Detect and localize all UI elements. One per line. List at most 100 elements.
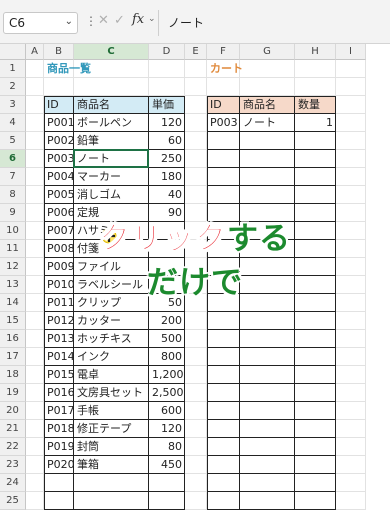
product-name-cell[interactable]: 鉛筆 [74, 132, 149, 150]
product-name-cell[interactable]: ホッチキス [74, 330, 149, 348]
product-list-title[interactable]: 商品一覧 [44, 60, 149, 78]
product-price-cell[interactable]: 1,200 [149, 366, 185, 384]
product-id-cell[interactable]: P012 [44, 312, 74, 330]
product-id-cell[interactable]: P016 [44, 384, 74, 402]
product-price-cell[interactable]: 600 [149, 402, 185, 420]
product-price-cell[interactable]: 500 [149, 330, 185, 348]
column-header-h[interactable]: H [295, 44, 336, 60]
more-options-icon[interactable]: ⋮ [85, 14, 97, 28]
cart-header-0[interactable]: ID [207, 96, 240, 114]
product-id-cell[interactable]: P003 [44, 150, 74, 168]
cart-id-cell[interactable]: P003 [207, 114, 240, 132]
product-id-cell[interactable]: P001 [44, 114, 74, 132]
product-id-cell[interactable]: P020 [44, 456, 74, 474]
column-header-a[interactable]: A [26, 44, 44, 60]
cart-header-1[interactable]: 商品名 [240, 96, 295, 114]
insert-function-icon[interactable]: fx [132, 12, 144, 27]
product-price-cell[interactable]: 800 [149, 348, 185, 366]
product-name-cell[interactable]: 修正テープ [74, 420, 149, 438]
product-name-cell[interactable]: カッター [74, 312, 149, 330]
product-id-cell[interactable]: P019 [44, 438, 74, 456]
product-name-cell[interactable]: 筆箱 [74, 456, 149, 474]
product-name-cell[interactable]: 消しゴム [74, 186, 149, 204]
product-price-cell[interactable]: 80 [149, 438, 185, 456]
product-name-cell[interactable]: ボールペン [74, 114, 149, 132]
product-header-1[interactable]: 商品名 [74, 96, 149, 114]
product-price-cell[interactable]: 450 [149, 456, 185, 474]
confirm-icon[interactable]: ✓ [114, 13, 125, 28]
cart-table-border-h [207, 131, 336, 132]
select-all-corner[interactable] [0, 44, 26, 60]
column-header-i[interactable]: I [336, 44, 366, 60]
row-header-18[interactable]: 18 [0, 366, 26, 384]
product-price-cell[interactable]: 120 [149, 420, 185, 438]
product-id-cell[interactable]: P013 [44, 330, 74, 348]
product-id-cell[interactable]: P002 [44, 132, 74, 150]
product-name-cell[interactable]: ノート [74, 150, 149, 168]
cart-title[interactable]: カート [207, 60, 295, 78]
product-name-cell[interactable]: 文房具セット [74, 384, 149, 402]
cart-table-border-h [207, 473, 336, 474]
row-header-17[interactable]: 17 [0, 348, 26, 366]
product-id-cell[interactable]: P005 [44, 186, 74, 204]
cart-name-cell[interactable]: ノート [240, 114, 295, 132]
name-box[interactable]: C6 ⌄ [3, 12, 78, 34]
product-name-cell[interactable]: マーカー [74, 168, 149, 186]
cart-table-border-h [207, 311, 336, 312]
row-header-6[interactable]: 6 [0, 150, 26, 168]
cart-table-border-h [207, 365, 336, 366]
product-name-cell[interactable]: インク [74, 348, 149, 366]
cart-header-2[interactable]: 数量 [295, 96, 336, 114]
cart-qty-cell[interactable]: 1 [295, 114, 336, 132]
product-id-cell[interactable]: P015 [44, 366, 74, 384]
row-header-21[interactable]: 21 [0, 420, 26, 438]
product-id-cell[interactable]: P004 [44, 168, 74, 186]
product-table-border-h [44, 131, 185, 132]
product-price-cell[interactable]: 120 [149, 114, 185, 132]
column-header-b[interactable]: B [44, 44, 74, 60]
row-header-15[interactable]: 15 [0, 312, 26, 330]
row-header-22[interactable]: 22 [0, 438, 26, 456]
cancel-icon[interactable]: ✕ [98, 13, 109, 28]
column-header-g[interactable]: G [240, 44, 295, 60]
product-price-cell[interactable]: 180 [149, 168, 185, 186]
column-header-c[interactable]: C [74, 44, 149, 60]
product-table-border-v [73, 96, 74, 510]
product-price-cell[interactable]: 60 [149, 132, 185, 150]
product-price-cell[interactable]: 200 [149, 312, 185, 330]
row-header-23[interactable]: 23 [0, 456, 26, 474]
product-table-border-h [44, 455, 185, 456]
cart-table-border-h [207, 383, 336, 384]
row-header-3[interactable]: 3 [0, 96, 26, 114]
row-header-19[interactable]: 19 [0, 384, 26, 402]
product-price-cell[interactable]: 250 [149, 150, 185, 168]
formula-input[interactable]: ノート [168, 14, 204, 31]
row-header-25[interactable]: 25 [0, 492, 26, 510]
product-name-cell[interactable]: 電卓 [74, 366, 149, 384]
chevron-down-icon[interactable]: ⌄ [148, 14, 156, 24]
product-id-cell[interactable]: P014 [44, 348, 74, 366]
product-header-0[interactable]: ID [44, 96, 74, 114]
row-header-2[interactable]: 2 [0, 78, 26, 96]
row-header-20[interactable]: 20 [0, 402, 26, 420]
product-table-border-h [44, 329, 185, 330]
product-header-2[interactable]: 単価 [149, 96, 185, 114]
chevron-down-icon[interactable]: ⌄ [65, 16, 73, 27]
product-name-cell[interactable]: 手帳 [74, 402, 149, 420]
row-header-1[interactable]: 1 [0, 60, 26, 78]
column-header-d[interactable]: D [149, 44, 185, 60]
product-price-cell[interactable]: 2,500 [149, 384, 185, 402]
cart-table-border-v [207, 96, 208, 510]
row-header-8[interactable]: 8 [0, 186, 26, 204]
product-id-cell[interactable]: P017 [44, 402, 74, 420]
product-id-cell[interactable]: P018 [44, 420, 74, 438]
product-name-cell[interactable]: 封筒 [74, 438, 149, 456]
column-header-e[interactable]: E [185, 44, 207, 60]
row-header-7[interactable]: 7 [0, 168, 26, 186]
row-header-16[interactable]: 16 [0, 330, 26, 348]
row-header-4[interactable]: 4 [0, 114, 26, 132]
column-header-f[interactable]: F [207, 44, 240, 60]
row-header-24[interactable]: 24 [0, 474, 26, 492]
row-header-5[interactable]: 5 [0, 132, 26, 150]
product-price-cell[interactable]: 40 [149, 186, 185, 204]
